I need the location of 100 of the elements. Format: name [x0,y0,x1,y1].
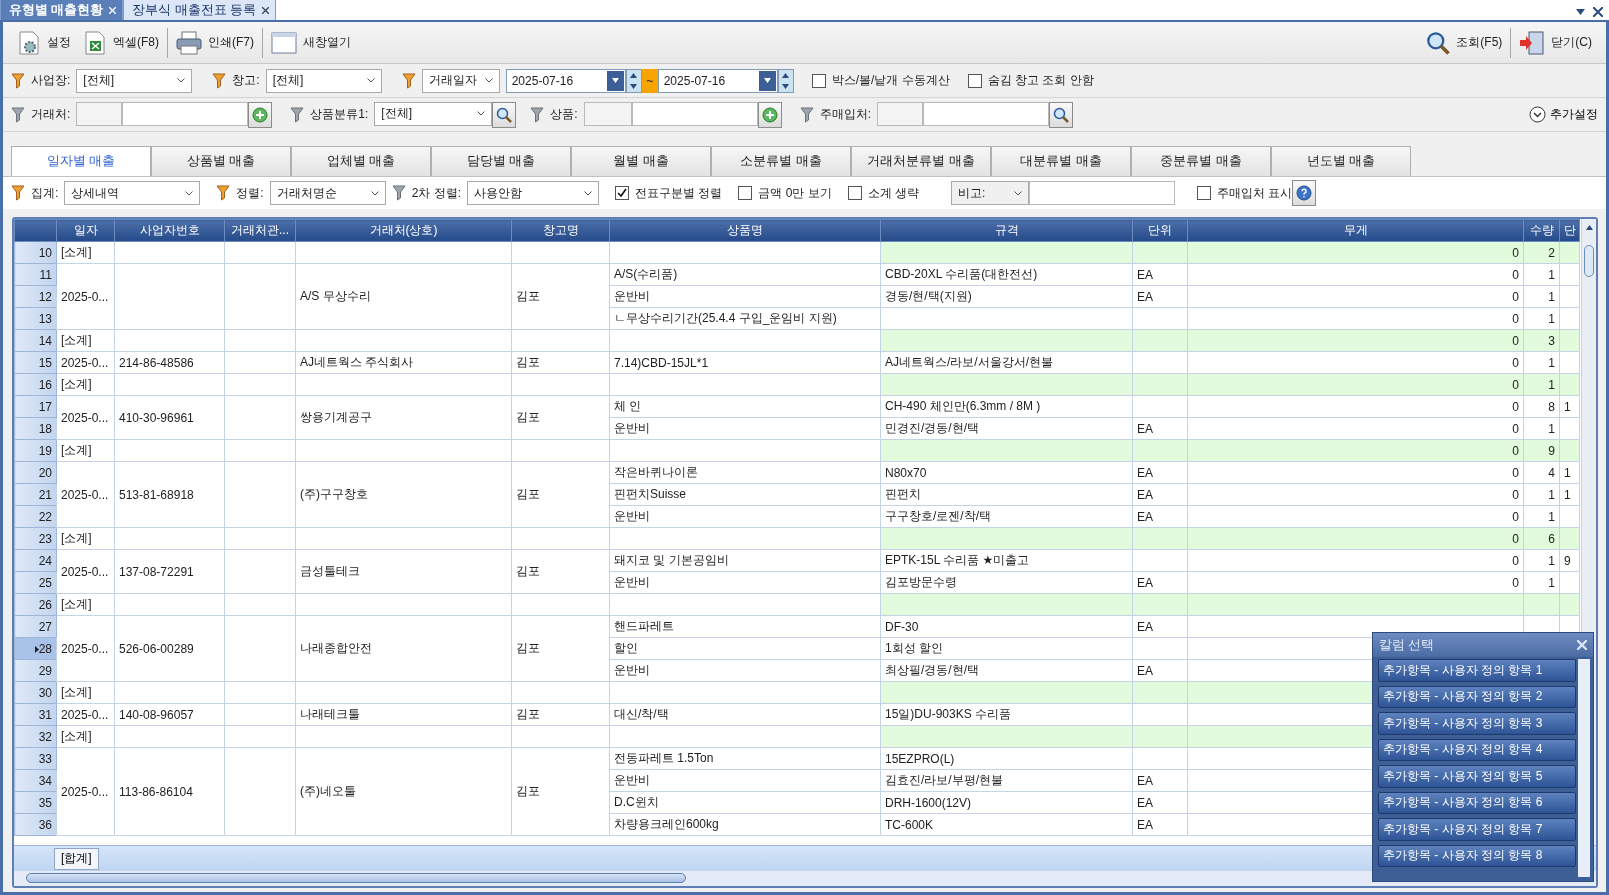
add-button[interactable] [248,101,273,128]
date-field[interactable]: 2025-07-16 [505,68,626,93]
search-button[interactable] [492,101,517,128]
toolbar-button[interactable]: 엑셀(F8) [77,25,165,60]
filter-icon[interactable] [11,185,25,201]
checkbox[interactable] [847,186,862,200]
tab[interactable]: 소분류별 매출 [711,146,851,176]
down-arrow-icon[interactable] [611,78,619,83]
close-icon[interactable] [1593,7,1603,17]
column-option[interactable]: 추가항목 - 사용자 정의 항목 2 [1378,685,1576,708]
column-header[interactable]: 창고명 [511,219,610,242]
toolbar-button[interactable]: 인쇄(F7) [170,25,260,60]
table-cell: 차량용크레인600kg [609,813,881,836]
table-cell: 0 [1187,549,1524,572]
input-field[interactable] [631,101,758,126]
tab[interactable]: 대분류별 매출 [991,146,1131,176]
filter-icon[interactable] [391,185,406,201]
column-header[interactable]: 단 [1559,219,1580,242]
filter-icon[interactable] [290,106,305,123]
dropdown-field[interactable]: 상세내역 [64,181,201,205]
column-header[interactable]: 일자 [56,219,115,242]
tab[interactable]: 거래처분류별 매출 [851,146,991,176]
code-field[interactable] [877,101,924,126]
search-button[interactable] [1049,101,1074,128]
tab[interactable]: 중분류별 매출 [1131,146,1271,176]
column-option[interactable]: 추가항목 - 사용자 정의 항목 3 [1378,712,1576,735]
column-header[interactable]: 상품명 [609,219,881,242]
close-icon[interactable] [262,6,270,14]
tab[interactable]: 업체별 매출 [291,146,431,176]
up-arrow-icon[interactable] [1585,225,1593,230]
code-field[interactable] [583,101,632,126]
up-arrow-icon[interactable] [782,72,790,78]
total-button[interactable]: [합계] [54,847,99,870]
dropdown-field[interactable]: 사용안함 [467,181,600,205]
checkbox[interactable] [738,186,753,200]
tab[interactable]: 월별 매출 [571,146,711,176]
row-number: 26 [14,593,57,616]
document-tab[interactable]: 유형별 매출현황 [0,0,124,20]
dropdown-field[interactable]: [전체] [374,101,493,126]
down-arrow-icon[interactable] [630,83,638,89]
field-label: 정렬: [236,184,264,202]
column-header[interactable]: 단위 [1132,219,1188,242]
toolbar-button[interactable]: 설정 [11,25,77,60]
tab[interactable]: 상품별 매출 [151,146,291,176]
scroll-thumb[interactable] [1584,245,1594,277]
checkbox[interactable] [967,73,982,88]
calendar-dropdown-button[interactable] [606,70,624,91]
column-header[interactable]: 수량 [1523,219,1560,242]
column-option[interactable]: 추가항목 - 사용자 정의 항목 7 [1378,818,1576,841]
toolbar-button[interactable]: 닫기(C) [1513,25,1598,60]
checkbox[interactable] [811,73,826,88]
checkbox[interactable] [1197,186,1212,200]
dropdown-field[interactable]: 거래일자 [421,68,500,93]
dropdown-icon[interactable] [1576,9,1585,15]
filter-icon[interactable] [216,185,231,201]
checkbox[interactable] [615,186,630,200]
add-button[interactable] [757,101,782,128]
input-field[interactable] [1029,181,1176,205]
dropdown-field[interactable]: [전체] [76,68,193,93]
tab[interactable]: 년도별 매출 [1271,146,1411,176]
column-option[interactable]: 추가항목 - 사용자 정의 항목 6 [1378,791,1576,814]
toolbar-button[interactable]: 조회(F5) [1420,25,1509,60]
filter-icon[interactable] [212,72,227,89]
vertical-scrollbar[interactable] [1578,659,1590,877]
date-field[interactable]: 2025-07-16 [657,68,778,93]
tab[interactable]: 일자별 매출 [11,146,151,176]
dropdown-field[interactable]: 거래처명순 [269,181,386,205]
column-header[interactable]: 거래처관... [224,219,296,242]
scroll-thumb[interactable] [26,873,686,883]
column-option[interactable]: 추가항목 - 사용자 정의 항목 8 [1378,844,1576,867]
row-number: 11 [14,263,57,286]
column-header[interactable]: 무게 [1187,219,1524,242]
toolbar-button[interactable]: 새창열기 [265,25,357,60]
up-arrow-icon[interactable] [630,72,638,78]
filter-icon[interactable] [401,72,416,89]
table-cell: 김포 [511,549,610,594]
column-option[interactable]: 추가항목 - 사용자 정의 항목 1 [1378,659,1576,682]
dropdown-field[interactable]: [전체] [265,68,382,93]
calendar-dropdown-button[interactable] [758,70,776,91]
table-cell: 2025-0... [56,549,115,594]
column-header[interactable]: 규격 [880,219,1133,242]
column-header[interactable]: 거래처(상호) [295,219,512,242]
column-option[interactable]: 추가항목 - 사용자 정의 항목 5 [1378,765,1576,788]
filter-icon[interactable] [799,106,814,123]
column-header[interactable]: 사업자번호 [114,219,225,242]
code-field[interactable] [76,101,123,126]
input-field[interactable] [122,101,249,126]
down-arrow-icon[interactable] [763,78,771,83]
input-field[interactable] [923,101,1050,126]
help-button[interactable] [1292,180,1317,206]
column-option[interactable]: 추가항목 - 사용자 정의 항목 4 [1378,738,1576,761]
down-arrow-icon[interactable] [782,83,790,89]
filter-icon[interactable] [11,72,25,89]
dropdown-field[interactable]: 비고: [951,181,1030,205]
table-cell: AJ네트웍스 주식회사 [295,351,512,374]
more-settings-button[interactable]: 추가설정 [1529,106,1598,123]
filter-icon[interactable] [11,106,25,123]
document-tab[interactable]: 장부식 매출전표 등록 [123,0,277,20]
filter-icon[interactable] [530,106,545,123]
tab[interactable]: 담당별 매출 [431,146,571,176]
